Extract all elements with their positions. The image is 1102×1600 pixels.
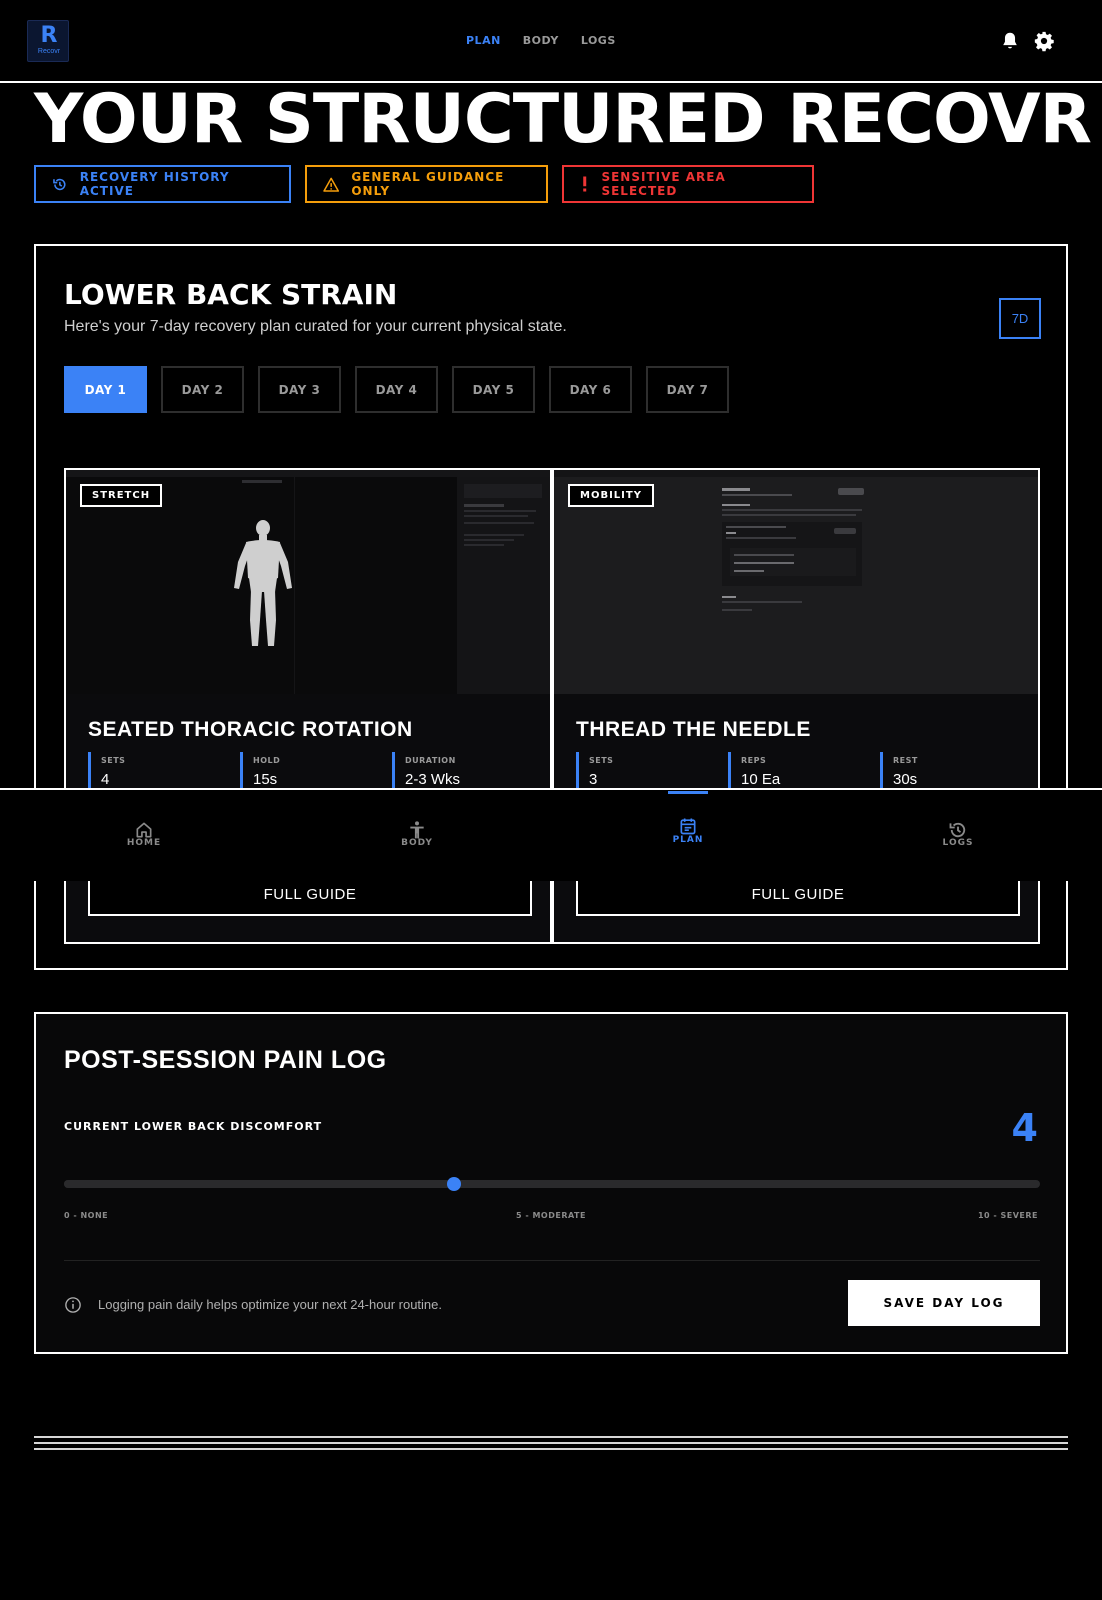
pain-log-title: POST-SESSION PAIN LOG: [64, 1046, 387, 1074]
day-tab-7[interactable]: DAY 7: [646, 366, 729, 413]
page-title: YOUR STRUCTURED RECOVR: [34, 80, 1092, 159]
footer-rule: [34, 1442, 1068, 1444]
stat-value: 15s: [253, 771, 278, 788]
stat-label: SETS: [589, 756, 614, 765]
stat-reps: REPS 10 Ea: [728, 752, 880, 792]
footer-rule: [34, 1436, 1068, 1438]
exercise-name: SEATED THORACIC ROTATION: [88, 718, 413, 741]
bottom-tab-bar: HOME BODY PLAN LOGS: [0, 788, 1102, 881]
day-tabs: DAY 1 DAY 2 DAY 3 DAY 4 DAY 5 DAY 6 DAY …: [64, 366, 729, 413]
day-tab-5[interactable]: DAY 5: [452, 366, 535, 413]
exercise-name: THREAD THE NEEDLE: [576, 718, 811, 741]
top-nav: R Recovr PLAN BODY LOGS: [0, 0, 1102, 83]
app-logo[interactable]: R Recovr: [27, 20, 69, 62]
active-tab-indicator: [668, 791, 708, 794]
stat-label: SETS: [101, 756, 126, 765]
status-badges: RECOVERY HISTORY ACTIVE GENERAL GUIDANCE…: [34, 165, 828, 203]
gear-icon[interactable]: [1033, 30, 1055, 52]
stat-value: 3: [589, 771, 598, 788]
calendar-icon: [680, 818, 696, 835]
stat-sets: SETS 4: [88, 752, 240, 792]
discomfort-slider[interactable]: [64, 1177, 1040, 1191]
stat-label: DURATION: [405, 756, 456, 765]
stat-value: 10 Ea: [741, 771, 781, 788]
badge-sensitive-area-label: SENSITIVE AREA SELECTED: [601, 170, 726, 198]
stat-hold: HOLD 15s: [240, 752, 392, 792]
day-tab-2[interactable]: DAY 2: [161, 366, 244, 413]
tab-label: HOME: [126, 838, 162, 848]
condition-title: LOWER BACK STRAIN: [64, 278, 398, 311]
pain-log-hint: Logging pain daily helps optimize your n…: [98, 1297, 442, 1312]
slider-thumb[interactable]: [447, 1177, 462, 1191]
body-icon: [410, 821, 424, 839]
stat-rest: REST 30s: [880, 752, 1032, 792]
tab-label: BODY: [401, 838, 433, 848]
stat-label: REPS: [741, 756, 767, 765]
pain-log-panel: POST-SESSION PAIN LOG CURRENT LOWER BACK…: [34, 1012, 1068, 1354]
plan-subtitle: Here's your 7-day recovery plan curated …: [64, 318, 567, 335]
exercise-category-tag: STRETCH: [80, 484, 163, 507]
badge-general-guidance-label: GENERAL GUIDANCE ONLY: [351, 170, 505, 198]
home-icon: [136, 822, 152, 838]
warning-icon: [323, 177, 340, 192]
badge-sensitive-area: SENSITIVE AREA SELECTED: [562, 165, 814, 203]
stat-value: 4: [101, 771, 110, 788]
top-nav-links: PLAN BODY LOGS: [466, 34, 616, 47]
stat-label: HOLD: [253, 756, 281, 765]
logo-word: Recovr: [37, 48, 61, 55]
footer-rule: [34, 1448, 1068, 1450]
tab-logs[interactable]: LOGS: [898, 790, 1018, 883]
day-tab-6[interactable]: DAY 6: [549, 366, 632, 413]
stat-sets: SETS 3: [576, 752, 728, 792]
discomfort-label: CURRENT LOWER BACK DISCOMFORT: [64, 1120, 323, 1133]
history-icon: [53, 178, 66, 190]
exclamation-icon: [583, 176, 587, 192]
stat-duration: DURATION 2-3 Wks: [392, 752, 544, 792]
badge-recovery-history-label: RECOVERY HISTORY ACTIVE: [79, 170, 230, 198]
top-nav-body[interactable]: BODY: [523, 34, 559, 47]
bell-icon[interactable]: [999, 30, 1021, 52]
footer-divider: [34, 1436, 1068, 1454]
badge-recovery-history: RECOVERY HISTORY ACTIVE: [34, 165, 291, 203]
discomfort-value: 4: [1011, 1106, 1038, 1150]
stat-value: 30s: [893, 771, 918, 788]
save-day-log-button[interactable]: SAVE DAY LOG: [848, 1280, 1040, 1326]
duration-chip[interactable]: 7D: [999, 298, 1041, 339]
scale-max-label: 10 - SEVERE: [977, 1211, 1038, 1220]
tab-plan[interactable]: PLAN: [628, 790, 748, 883]
day-tab-1[interactable]: DAY 1: [64, 366, 147, 413]
top-nav-logs[interactable]: LOGS: [581, 34, 616, 47]
day-tab-4[interactable]: DAY 4: [355, 366, 438, 413]
exercise-stats: SETS 3 REPS 10 Ea REST 30s: [576, 752, 1032, 792]
top-nav-plan[interactable]: PLAN: [466, 34, 501, 47]
divider: [64, 1260, 1040, 1261]
exercise-category-tag: MOBILITY: [568, 484, 654, 507]
stat-label: REST: [893, 756, 918, 765]
stat-value: 2-3 Wks: [405, 771, 461, 788]
badge-general-guidance: GENERAL GUIDANCE ONLY: [305, 165, 548, 203]
tab-label: PLAN: [672, 835, 704, 845]
tab-label: LOGS: [942, 838, 974, 848]
history-icon: [949, 822, 966, 838]
scale-mid-label: 5 - MODERATE: [516, 1211, 586, 1220]
day-tab-3[interactable]: DAY 3: [258, 366, 341, 413]
exercise-stats: SETS 4 HOLD 15s DURATION 2-3 Wks: [88, 752, 544, 792]
tab-body[interactable]: BODY: [357, 790, 477, 883]
tab-home[interactable]: HOME: [84, 790, 204, 883]
info-icon: [65, 1297, 81, 1313]
slider-fill: [64, 1180, 455, 1188]
logo-glyph: R: [40, 23, 58, 48]
